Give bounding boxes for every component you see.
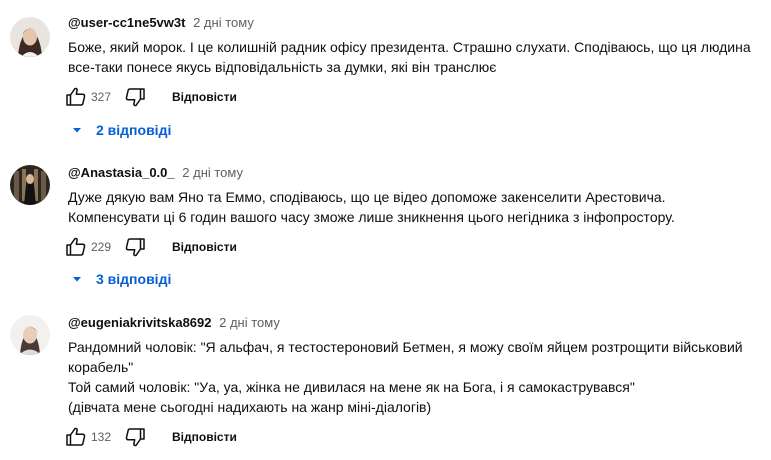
reply-button[interactable]: Відповісти (172, 428, 237, 446)
like-count: 229 (91, 240, 112, 254)
reply-button[interactable]: Відповісти (172, 88, 237, 106)
comment-author[interactable]: @eugeniakrivitska8692 (68, 315, 211, 330)
chevron-down-icon (73, 277, 81, 282)
chevron-down-icon (73, 128, 81, 133)
thumb-down-icon (125, 428, 145, 447)
comment-author[interactable]: @Anastasia_0.0_ (68, 165, 175, 180)
comment-header: @user-cc1ne5vw3t 2 дні тому (68, 14, 254, 32)
thumb-down-icon (125, 238, 145, 257)
comment-text: Боже, який морок. І це колишній радник о… (68, 37, 758, 77)
comment-time[interactable]: 2 дні тому (182, 165, 243, 180)
like-count: 132 (91, 430, 112, 444)
like-button[interactable] (64, 85, 88, 109)
thumb-up-icon (66, 427, 86, 446)
avatar[interactable] (10, 315, 50, 355)
like-button[interactable] (64, 425, 88, 449)
thumb-up-icon (66, 87, 86, 106)
comment-author[interactable]: @user-cc1ne5vw3t (68, 15, 185, 30)
like-count: 327 (91, 90, 112, 104)
comment-text-line: Той самий чоловік: "Уа, уа, жінка не див… (68, 379, 635, 395)
avatar[interactable] (10, 17, 50, 57)
comment-text-line: Боже, який морок. І це колишній радник о… (68, 39, 751, 55)
comment-header: @Anastasia_0.0_ 2 дні тому (68, 164, 243, 182)
thumb-up-icon (66, 237, 86, 256)
like-button[interactable] (64, 235, 88, 259)
comment-text-line: Рандомний чоловік: "Я альфач, я тестосте… (68, 339, 743, 355)
comment-time[interactable]: 2 дні тому (193, 15, 254, 30)
reply-button[interactable]: Відповісти (172, 238, 237, 256)
dislike-button[interactable] (123, 235, 147, 259)
comment-text-line: все-таки понесе якусь відповідальність з… (68, 59, 497, 75)
comment-text-line: Компенсувати ці 6 годин вашого часу змож… (68, 209, 675, 225)
comment-text-line: корабель" (68, 359, 134, 375)
comment-text-line: Дуже дякую вам Яно та Еммо, сподіваюсь, … (68, 189, 666, 205)
comment-header: @eugeniakrivitska8692 2 дні тому (68, 314, 280, 332)
comment-text: Рандомний чоловік: "Я альфач, я тестосте… (68, 337, 758, 417)
view-replies-button[interactable]: 2 відповіді (70, 119, 171, 141)
avatar[interactable] (10, 165, 50, 205)
thumb-down-icon (125, 88, 145, 107)
dislike-button[interactable] (123, 85, 147, 109)
comment-text-line: (дівчата мене сьогодні надихають на жанр… (68, 399, 432, 415)
view-replies-button[interactable]: 3 відповіді (70, 268, 171, 290)
comment-time[interactable]: 2 дні тому (219, 315, 280, 330)
dislike-button[interactable] (123, 425, 147, 449)
replies-count-label: 3 відповіді (96, 271, 172, 287)
comment-text: Дуже дякую вам Яно та Еммо, сподіваюсь, … (68, 187, 758, 227)
replies-count-label: 2 відповіді (96, 122, 172, 138)
